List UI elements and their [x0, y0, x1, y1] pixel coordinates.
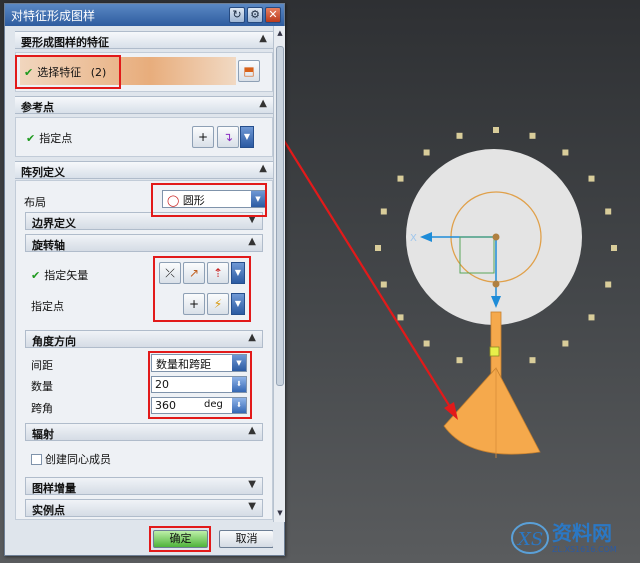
section-features-title: 要形成图样的特征 [21, 36, 109, 49]
chevron-up-icon: ▲ [259, 33, 267, 44]
select-feature-button[interactable]: ⬒ [238, 60, 260, 82]
pattern-marker [611, 245, 617, 251]
scroll-down-icon[interactable]: ▼ [275, 508, 285, 518]
pattern-marker [529, 132, 536, 139]
pattern-marker [493, 127, 499, 133]
reset-icon[interactable]: ↻ [229, 7, 245, 23]
pattern-marker [380, 208, 387, 215]
concentric-label: 创建同心成员 [45, 453, 111, 466]
section-array-def-title: 阵列定义 [21, 166, 65, 179]
axis-specify-point-label: 指定点 [31, 300, 64, 313]
chevron-up-icon: ▲ [248, 332, 256, 343]
subsection-boundary-title: 边界定义 [32, 217, 76, 230]
concentric-row: 创建同心成员 [31, 451, 111, 467]
subsection-angle-direction-header[interactable]: 角度方向 ▲ [25, 330, 263, 348]
subsection-radiation-header[interactable]: 辐射 ▲ [25, 423, 263, 441]
subsection-instance-point-header[interactable]: 实例点 ▼ [25, 499, 263, 517]
pattern-marker [423, 149, 430, 156]
pattern-marker [375, 245, 381, 251]
subsection-rotation-axis-title: 旋转轴 [32, 239, 65, 252]
chevron-up-icon: ▲ [259, 98, 267, 109]
x-axis-label: X [410, 233, 417, 244]
pattern-feature-dialog: 对特征形成图样 ↻ ⚙ ✕ 要形成图样的特征 ▲ ✔ 选择特征 (2) ⬒ 参考点… [4, 3, 285, 556]
subsection-rotation-axis-header[interactable]: 旋转轴 ▲ [25, 234, 263, 252]
dialog-title: 对特征形成图样 [11, 9, 96, 23]
specify-vector-label: 指定矢量 [44, 269, 89, 282]
pattern-marker [529, 357, 536, 364]
section-features-header[interactable]: 要形成图样的特征 ▲ [15, 31, 273, 49]
chevron-up-icon: ▲ [248, 236, 256, 247]
check-icon: ✔ [26, 132, 36, 145]
dialog-titlebar[interactable]: 对特征形成图样 ↻ ⚙ ✕ [5, 4, 284, 26]
chevron-up-icon: ▲ [259, 163, 267, 174]
gear-icon[interactable]: ⚙ [247, 7, 263, 23]
pattern-marker [456, 132, 463, 139]
ref-point-dropdown[interactable]: ▼ [240, 126, 254, 148]
dialog-scrollbar[interactable]: ▲ ▼ [273, 26, 285, 522]
ref-specify-point-row: ✔ 指定点 [26, 130, 72, 146]
chevron-up-icon: ▲ [248, 425, 256, 436]
inferred-point-button[interactable]: ↴ [217, 126, 239, 148]
callout-box-rotation-axis [153, 256, 251, 322]
ref-point-panel: ✔ 指定点 + ↴ ▼ [15, 117, 273, 157]
callout-box-ok [149, 526, 211, 552]
point-plus-icon: + [197, 130, 209, 144]
watermark-brand: 资料网 [552, 521, 612, 545]
svg-text:XS: XS [516, 529, 543, 550]
layout-label: 布局 [24, 196, 46, 209]
section-ref-point-title: 参考点 [21, 101, 54, 114]
pattern-marker [588, 314, 595, 321]
pattern-marker [605, 208, 612, 215]
pattern-marker [562, 340, 569, 347]
center-point [492, 233, 500, 241]
section-ref-point-header[interactable]: 参考点 ▲ [15, 96, 273, 114]
subsection-instance-point-title: 实例点 [32, 504, 65, 517]
callout-box-layout [151, 183, 267, 217]
feature-select-icon: ⬒ [243, 64, 255, 78]
subsection-angle-direction-title: 角度方向 [32, 335, 76, 348]
callout-box-angle-direction [148, 351, 252, 419]
pattern-marker [380, 281, 387, 288]
section-array-def-header[interactable]: 阵列定义 ▲ [15, 161, 273, 179]
chevron-down-icon: ▼ [248, 501, 256, 512]
dialog-body: 要形成图样的特征 ▲ ✔ 选择特征 (2) ⬒ 参考点 ▲ ✔ 指定点 + ↴ ▼ [5, 26, 273, 555]
pattern-marker [423, 340, 430, 347]
cancel-button[interactable]: 取消 [219, 530, 273, 548]
subsection-radiation-title: 辐射 [32, 428, 54, 441]
callout-arrowhead [444, 402, 458, 420]
check-icon: ✔ [31, 269, 41, 282]
concentric-checkbox[interactable] [31, 454, 42, 465]
count-label: 数量 [31, 380, 53, 393]
feature-cone[interactable] [443, 367, 541, 455]
pattern-marker [605, 281, 612, 288]
subsection-increment-header[interactable]: 图样增量 ▼ [25, 477, 263, 495]
watermark-url: ZL.XS1616.COM [552, 545, 617, 554]
chevron-down-icon: ▼ [243, 132, 251, 141]
scroll-up-icon[interactable]: ▲ [275, 28, 285, 38]
ref-specify-point-label: 指定点 [39, 132, 73, 145]
pattern-marker [562, 149, 569, 156]
callout-box-select-feature [15, 55, 121, 89]
spacing-label: 间距 [31, 359, 53, 372]
pattern-marker [397, 175, 404, 182]
scroll-thumb[interactable] [276, 46, 284, 386]
span-label: 跨角 [31, 402, 53, 415]
pattern-marker [456, 357, 463, 364]
point-dialog-button[interactable]: + [192, 126, 214, 148]
feature-marker [489, 346, 500, 357]
array-def-panel: 布局 ◯ 圆形 ▼ [15, 180, 273, 520]
pattern-marker [588, 175, 595, 182]
inferred-point-icon: ↴ [222, 130, 234, 144]
subsection-increment-title: 图样增量 [32, 482, 76, 495]
close-icon[interactable]: ✕ [265, 7, 281, 23]
watermark: XS 资料网 ZL.XS1616.COM [508, 517, 636, 559]
chevron-down-icon: ▼ [248, 479, 256, 490]
axis-point [492, 280, 500, 288]
pattern-marker [397, 314, 404, 321]
specify-vector-row: ✔ 指定矢量 [31, 267, 88, 283]
